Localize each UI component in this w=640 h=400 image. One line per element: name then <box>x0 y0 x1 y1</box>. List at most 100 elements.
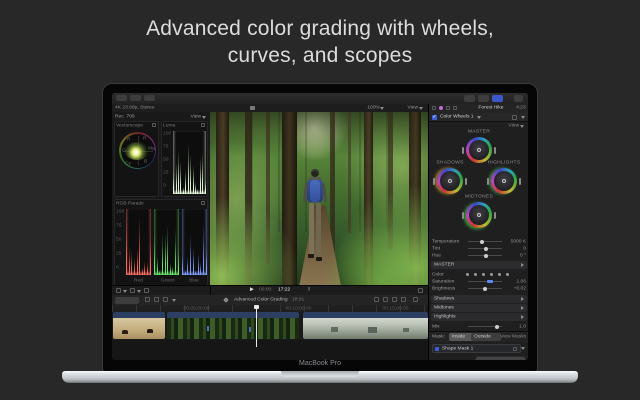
brightness-slider[interactable] <box>468 288 502 289</box>
fullscreen-icon[interactable] <box>418 288 423 293</box>
color-swatch-dot[interactable] <box>490 273 493 276</box>
waveform-bar <box>203 224 204 275</box>
tint-slider[interactable] <box>468 248 502 249</box>
color-inspector-tab-icon[interactable] <box>439 106 443 110</box>
inspector-toggle-button[interactable] <box>492 95 503 102</box>
background-tasks-button[interactable] <box>144 95 155 101</box>
effect-collapse-caret-icon[interactable] <box>521 116 525 119</box>
parade-red-waveform <box>126 209 151 275</box>
mask-outside-button[interactable]: Outside <box>471 333 501 341</box>
horse-figure <box>147 329 153 333</box>
effect-name[interactable]: Color Wheels 1 <box>440 114 474 120</box>
color-swatch-dot[interactable] <box>482 273 485 276</box>
browser-toggle-button[interactable] <box>464 95 475 102</box>
skimming-icon[interactable] <box>163 297 168 302</box>
shadows-section-header[interactable]: Shadows <box>431 295 527 303</box>
scope-channels-icon[interactable] <box>130 288 135 293</box>
timeline-clip-desert[interactable]: Desert Vista <box>303 312 428 339</box>
color-swatch-dot[interactable] <box>466 273 469 276</box>
tools-menu-icon[interactable] <box>413 297 418 302</box>
waveform-bar <box>175 229 176 275</box>
hue-slider[interactable] <box>468 255 502 256</box>
master-left-handle[interactable] <box>462 147 464 154</box>
rgb-parade-settings-icon[interactable] <box>201 201 205 205</box>
waveform-bar <box>200 157 201 194</box>
luma-settings-icon[interactable] <box>201 123 205 127</box>
sidebar-toggle-button[interactable] <box>116 95 127 101</box>
shadows-right-handle[interactable] <box>465 178 467 185</box>
color-swatch-dot[interactable] <box>474 273 477 276</box>
overwrite-edit-icon[interactable] <box>401 297 406 302</box>
insert-edit-icon[interactable] <box>383 297 388 302</box>
playhead[interactable] <box>256 305 257 347</box>
color-swatch-dot[interactable] <box>498 273 501 276</box>
midtones-wheel-puck[interactable] <box>477 213 481 217</box>
master-color-wheel[interactable] <box>466 137 492 163</box>
view-masks-link[interactable]: View Masks <box>500 334 526 340</box>
wheels-view-menu[interactable]: View <box>508 123 519 129</box>
share-button[interactable] <box>514 95 523 102</box>
playhead-handle[interactable] <box>254 305 259 309</box>
loop-range-icon[interactable]: ‖ <box>308 287 310 293</box>
waveform-bar <box>139 216 140 275</box>
section-disclosure-icon <box>521 263 524 267</box>
append-edit-icon[interactable] <box>392 297 397 302</box>
midtones-left-handle[interactable] <box>462 212 464 219</box>
midtones-right-handle[interactable] <box>494 212 496 219</box>
mix-slider[interactable] <box>468 326 502 327</box>
master-wheel-puck[interactable] <box>477 148 481 152</box>
shadows-left-handle[interactable] <box>433 178 435 185</box>
timeline-clip-forest[interactable]: Forest Hike <box>167 312 299 339</box>
timeline-toggle-button[interactable] <box>478 95 489 102</box>
shape-mask-visibility-icon[interactable] <box>513 347 517 351</box>
hiker-boot <box>316 257 322 261</box>
viewer-zoom-level[interactable]: 100% <box>367 105 380 111</box>
viewer-view-menu[interactable]: View <box>407 105 418 111</box>
color-swatch-dot[interactable] <box>506 273 509 276</box>
vectorscope-target-label: Cy <box>125 161 131 167</box>
video-inspector-tab-icon[interactable] <box>432 106 436 110</box>
scopes-view-menu[interactable]: View <box>190 114 201 120</box>
clip-appearance-icon[interactable] <box>145 297 150 302</box>
highlights-section-header[interactable]: Highlights <box>431 313 527 321</box>
info-inspector-tab-icon[interactable] <box>453 106 457 110</box>
shadows-wheel-puck[interactable] <box>448 179 452 183</box>
saturation-slider[interactable] <box>468 281 502 282</box>
mask-inside-button[interactable]: Inside <box>449 333 474 341</box>
effect-preset-icon[interactable] <box>512 115 517 120</box>
macbook-base <box>62 371 578 383</box>
media-browser-button[interactable] <box>130 95 141 101</box>
scope-options-icon[interactable] <box>144 288 149 293</box>
midtones-color-wheel[interactable] <box>466 202 492 228</box>
timeline-project-duration: 18:01 <box>292 297 304 303</box>
index-button[interactable]: Index <box>115 297 139 304</box>
hiker-figure <box>303 169 327 261</box>
highlights-left-handle[interactable] <box>487 178 489 185</box>
audio-inspector-tab-icon[interactable] <box>446 106 450 110</box>
shadows-color-wheel[interactable] <box>437 168 463 194</box>
play-button[interactable]: ▶ <box>250 287 254 293</box>
highlights-color-wheel[interactable] <box>491 168 517 194</box>
timeline-project-name[interactable]: Advanced Color Grading <box>234 297 288 303</box>
shape-mask-enable-checkbox[interactable] <box>435 347 439 351</box>
connect-edit-icon[interactable] <box>374 297 379 302</box>
timeline-clip-horses[interactable]: Horses on Sandy Bluff <box>113 312 165 339</box>
scope-layout-icon[interactable] <box>116 288 121 293</box>
horse-figure <box>122 330 128 334</box>
midtones-section-header[interactable]: Midtones <box>431 304 527 312</box>
highlights-wheel-puck[interactable] <box>502 179 506 183</box>
vectorscope-face: R Mg B Cy G Yl <box>121 134 155 168</box>
highlights-right-handle[interactable] <box>519 178 521 185</box>
master-right-handle[interactable] <box>494 147 496 154</box>
effect-enable-checkbox[interactable]: ✓ <box>432 115 437 120</box>
ruler-timecode: 00:05:00:00 <box>184 306 210 312</box>
vectorscope-settings-icon[interactable] <box>152 123 156 127</box>
temperature-slider[interactable] <box>468 241 502 242</box>
shape-mask-row[interactable]: Shape Mask 1 <box>432 344 521 353</box>
mask-more-caret-icon[interactable] <box>521 347 525 350</box>
wheels-view-caret-icon <box>520 125 524 128</box>
hiker-head <box>311 169 319 177</box>
master-section-header[interactable]: Master <box>431 261 527 269</box>
waveform-bar <box>187 168 188 194</box>
zoom-fit-icon[interactable] <box>154 297 159 302</box>
